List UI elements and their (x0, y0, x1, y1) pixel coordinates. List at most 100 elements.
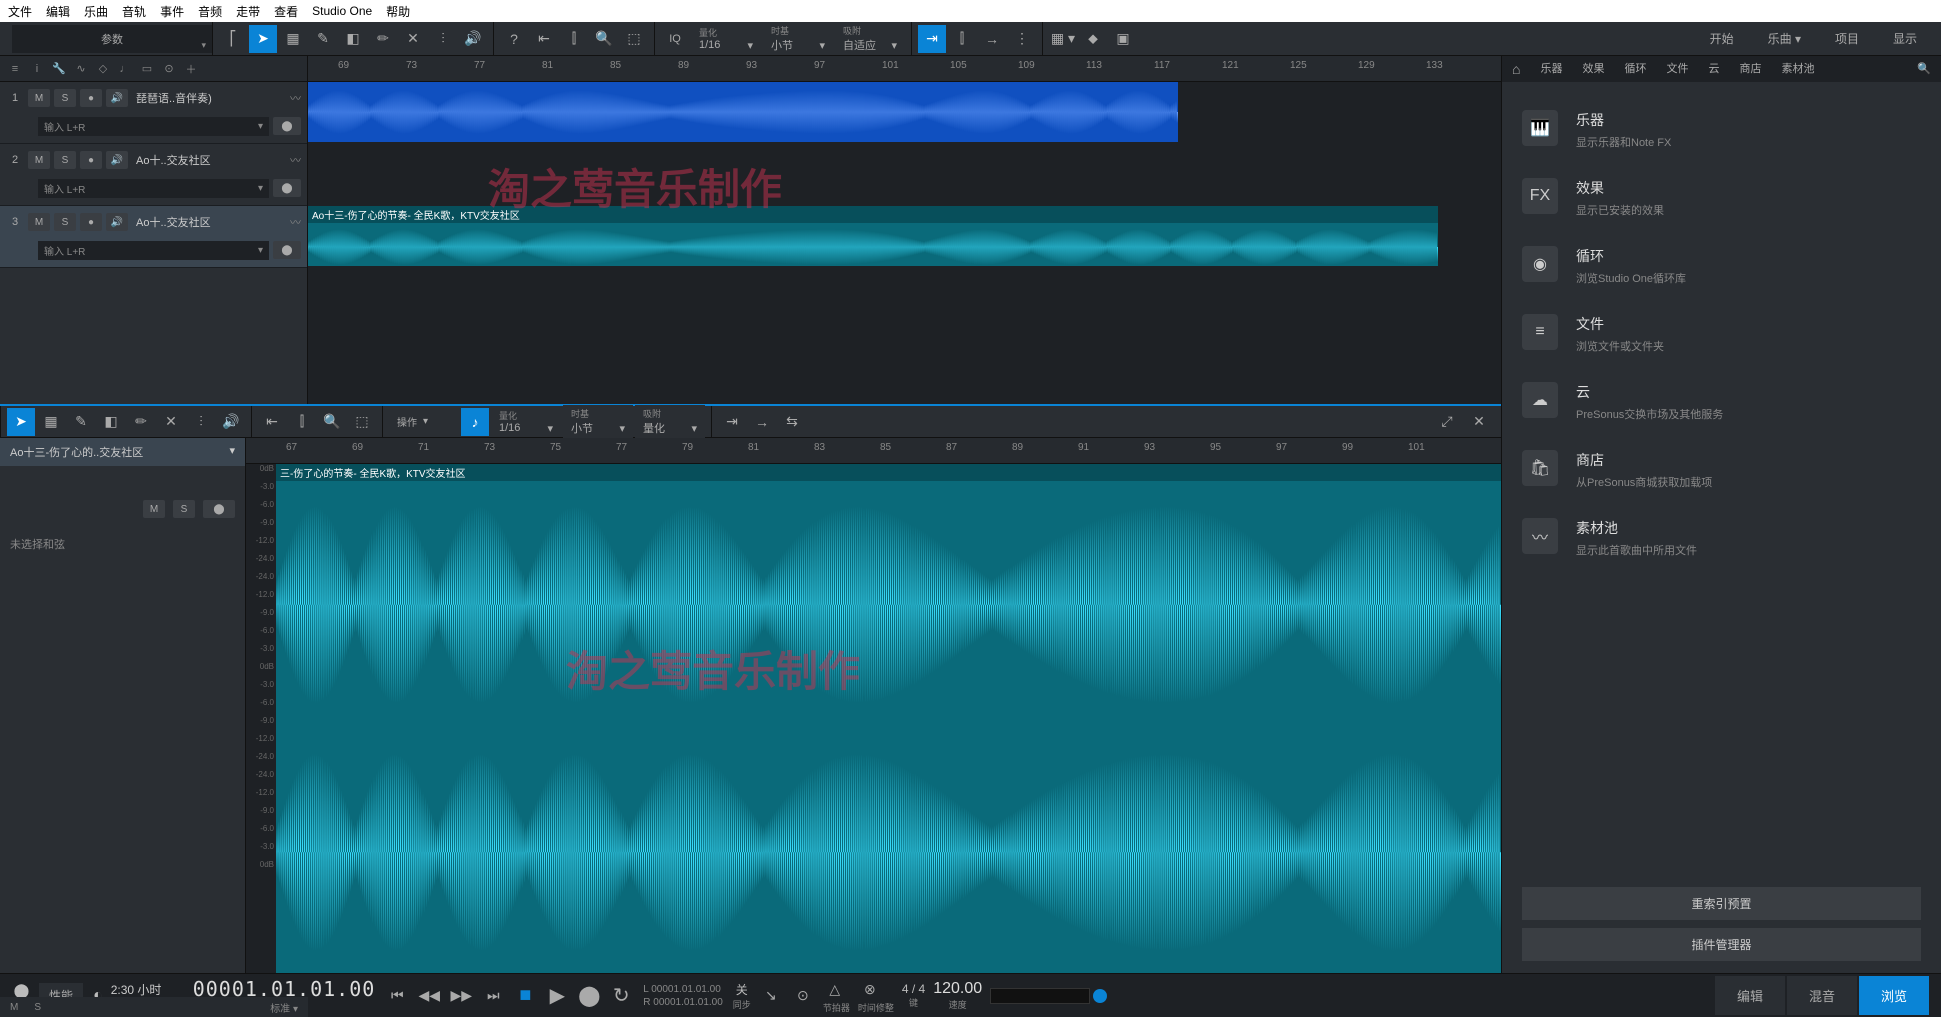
timebase-dropdown[interactable]: 时基 小节▾ (763, 22, 833, 55)
search-icon[interactable]: 🔍 (1907, 56, 1941, 82)
show-tab[interactable]: 显示 (1877, 24, 1933, 53)
stop-button[interactable]: ■ (513, 984, 537, 1008)
play-button[interactable]: ▶ (545, 984, 569, 1008)
bend-tool[interactable]: ⫶ (429, 25, 457, 53)
timesig-display[interactable]: 4 / 4 (902, 982, 925, 996)
pencil-tool[interactable]: ✎ (309, 25, 337, 53)
arrange-timeline[interactable]: 6973778185899397101105109113117121125129… (308, 56, 1501, 404)
browser-tab-shop[interactable]: 商店 (1729, 56, 1771, 82)
sync-value[interactable]: 关 (733, 981, 751, 998)
tracklist-icon[interactable]: ≡ (6, 60, 24, 78)
menu-studioone[interactable]: Studio One (312, 4, 372, 18)
marker-track-icon[interactable]: ◇ (94, 60, 112, 78)
mute-button[interactable]: M (28, 213, 50, 231)
monitor-button[interactable]: 🔊 (106, 89, 128, 107)
menu-edit[interactable]: 编辑 (46, 3, 70, 20)
browser-home-icon[interactable]: ⌂ (1502, 56, 1530, 82)
record-arm-button[interactable]: ● (80, 213, 102, 231)
mute-button[interactable]: M (28, 151, 50, 169)
browser-item[interactable]: FX 效果 显示已安装的效果 (1522, 164, 1921, 232)
browser-item[interactable]: ◉ 循环 浏览Studio One循环库 (1522, 232, 1921, 300)
eraser-tool[interactable]: ◧ (339, 25, 367, 53)
menu-audio[interactable]: 音频 (198, 3, 222, 20)
track-input-selector[interactable]: 输入 L+R▾ (38, 241, 269, 260)
inspector-icon[interactable]: i (28, 60, 46, 78)
link-icon[interactable]: ⬚ (620, 25, 648, 53)
editor-snap-dropdown[interactable]: 吸附 量化▾ (635, 405, 705, 438)
track-toggle[interactable]: ⬤ (273, 179, 301, 197)
mute-tool[interactable]: ✕ (399, 25, 427, 53)
plugin-manager-button[interactable]: 插件管理器 (1522, 928, 1921, 961)
record-button[interactable]: ⬤ (577, 984, 601, 1008)
browser-item[interactable]: ≡ 文件 浏览文件或文件夹 (1522, 300, 1921, 368)
menu-transport[interactable]: 走带 (236, 3, 260, 20)
editor-waveform-area[interactable]: 6769717375777981838587899193959799101 三-… (246, 438, 1501, 973)
metronome-icon[interactable]: △ (823, 977, 847, 1001)
editor-pencil-tool[interactable]: ✎ (67, 408, 95, 436)
loop-markers[interactable]: L 00001.01.01.00 R 00001.01.01.00 (643, 983, 723, 1009)
monitor-button[interactable]: 🔊 (106, 151, 128, 169)
editor-zoom-icon[interactable]: 🔍 (318, 408, 346, 436)
record-arm-button[interactable]: ● (80, 151, 102, 169)
video-icon[interactable]: ▣ (1109, 25, 1137, 53)
track-name[interactable]: Ao十..交友社区 (132, 152, 286, 168)
expand-icon[interactable]: ⎡ (219, 25, 247, 53)
skip-icon[interactable]: ⫿ (560, 25, 588, 53)
wrench-icon[interactable]: 🔧 (50, 60, 68, 78)
paint-tool[interactable]: ✏ (369, 25, 397, 53)
audio-clip-track3[interactable]: Ao十三-伤了心的节奏- 全民K歌，KTV交友社区 (308, 206, 1438, 266)
autoscroll-icon[interactable]: ⇥ (918, 25, 946, 53)
browser-tab-loops[interactable]: 循环 (1614, 56, 1656, 82)
forward-button[interactable]: ▶▶ (449, 984, 473, 1008)
menu-event[interactable]: 事件 (160, 3, 184, 20)
editor-timebase-dropdown[interactable]: 时基 小节▾ (563, 405, 633, 438)
grid-icon[interactable]: ⋮ (1008, 25, 1036, 53)
track-name[interactable]: Ao十..交友社区 (132, 214, 286, 230)
menu-help[interactable]: 帮助 (386, 3, 410, 20)
param-selector[interactable]: 参数 (12, 25, 212, 53)
range-tool[interactable]: ▦ (279, 25, 307, 53)
arrow-tool[interactable]: ➤ (249, 25, 277, 53)
browser-tab-cloud[interactable]: 云 (1698, 56, 1729, 82)
zoom-icon[interactable]: 🔍 (590, 25, 618, 53)
browser-item[interactable]: 🎹 乐器 显示乐器和Note FX (1522, 96, 1921, 164)
ripple-icon[interactable]: ⫿ (948, 25, 976, 53)
arrange-ruler[interactable]: 6973778185899397101105109113117121125129… (308, 56, 1501, 82)
marker-icon[interactable]: ⬥ (1079, 25, 1107, 53)
layout-grid-icon[interactable]: ▦ ▾ (1049, 25, 1077, 53)
edit-view-tab[interactable]: 编辑 (1715, 976, 1785, 1015)
editor-clip-name[interactable]: Ao十三-伤了心的..交友社区▾ (0, 438, 245, 466)
snap-toggle-icon[interactable]: → (978, 25, 1006, 53)
snap-dropdown[interactable]: 吸附 自适应▾ (835, 22, 905, 55)
editor-eraser-tool[interactable]: ◧ (97, 408, 125, 436)
browser-tab-effects[interactable]: 效果 (1572, 56, 1614, 82)
editor-mute[interactable]: M (143, 500, 165, 518)
track-input-selector[interactable]: 输入 L+R▾ (38, 117, 269, 136)
editor-arrow-tool[interactable]: ➤ (7, 408, 35, 436)
menu-view[interactable]: 查看 (274, 3, 298, 20)
track-toggle[interactable]: ⬤ (273, 241, 301, 259)
rewind-start-button[interactable]: ⏮ (385, 984, 409, 1008)
track-row[interactable]: 2 M S ● 🔊 Ao十..交友社区 〰 输入 L+R▾ ⬤ (0, 144, 307, 206)
editor-snap-toggle-icon[interactable]: → (748, 408, 776, 436)
monitor-button[interactable]: 🔊 (106, 213, 128, 231)
preroll-icon[interactable]: ↘ (759, 984, 783, 1008)
editor-skip-icon[interactable]: ⫿ (288, 408, 316, 436)
browser-tab-instruments[interactable]: 乐器 (1530, 56, 1572, 82)
browser-tab-pool[interactable]: 素材池 (1771, 56, 1824, 82)
editor-mode-icon[interactable]: ♪ (461, 408, 489, 436)
project-tab[interactable]: 项目 (1819, 24, 1875, 53)
start-tab[interactable]: 开始 (1694, 24, 1750, 53)
editor-skip-start-icon[interactable]: ⇤ (258, 408, 286, 436)
tempo-display[interactable]: 120.00 (933, 980, 982, 998)
song-tab[interactable]: 乐曲 ▾ (1752, 24, 1817, 53)
solo-button[interactable]: S (54, 89, 76, 107)
record-arm-button[interactable]: ● (80, 89, 102, 107)
loop-button[interactable]: ↻ (609, 984, 633, 1008)
track-row[interactable]: 1 M S ● 🔊 琵琶语..音伴奏) 〰 输入 L+R▾ ⬤ (0, 82, 307, 144)
add-track-icon[interactable]: ＋ (182, 60, 200, 78)
editor-ruler[interactable]: 6769717375777981838587899193959799101 (246, 438, 1501, 464)
reindex-button[interactable]: 重索引预置 (1522, 887, 1921, 920)
mute-button[interactable]: M (28, 89, 50, 107)
autopunch-icon[interactable]: ⊙ (791, 984, 815, 1008)
